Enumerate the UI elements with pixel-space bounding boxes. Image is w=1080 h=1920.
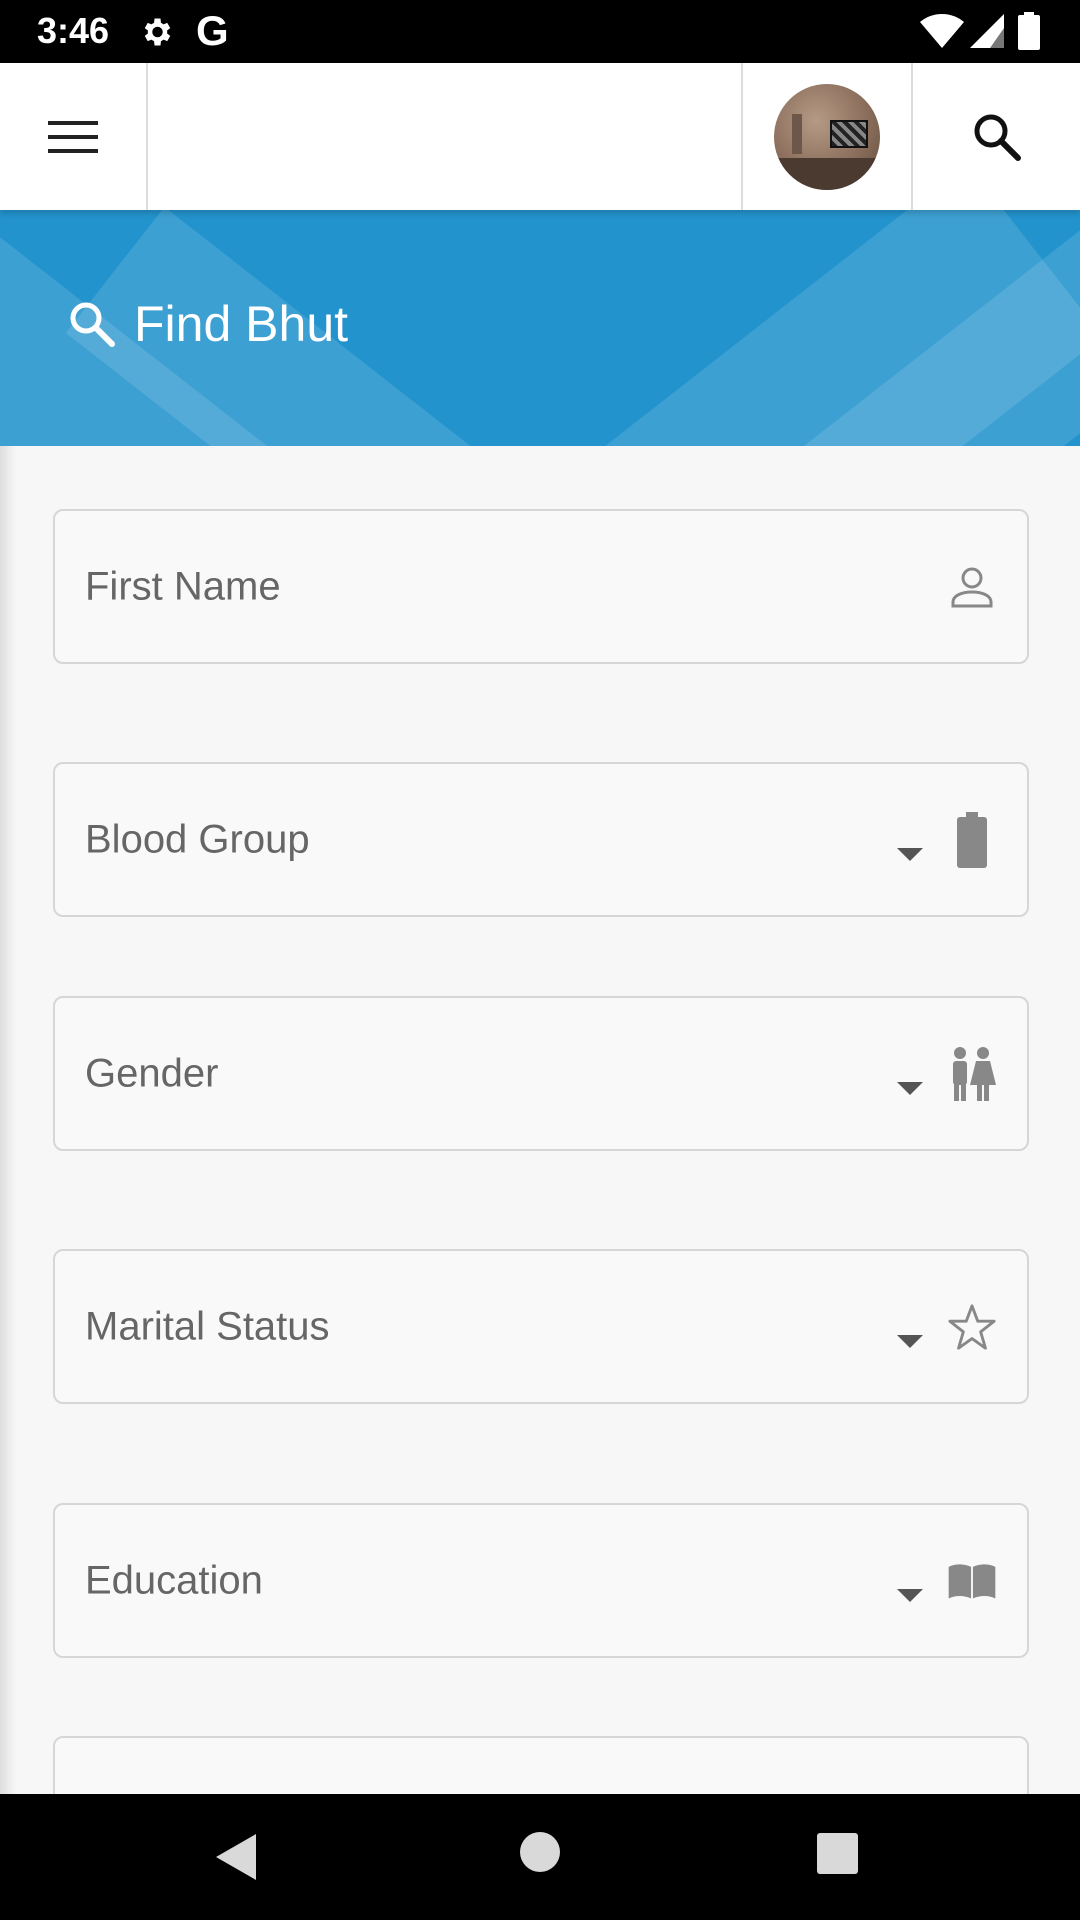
blood-group-label: Blood Group bbox=[85, 817, 310, 861]
wifi-icon bbox=[920, 14, 964, 48]
page-title-text: Find Bhut bbox=[134, 296, 349, 352]
education-label: Education bbox=[85, 1558, 263, 1602]
first-name-label: First Name bbox=[85, 564, 281, 608]
chevron-down-icon bbox=[897, 848, 923, 861]
app-bar bbox=[0, 63, 1080, 210]
gender-label: Gender bbox=[85, 1051, 219, 1095]
battery-icon bbox=[947, 811, 997, 868]
search-button[interactable] bbox=[913, 63, 1080, 210]
avatar bbox=[774, 83, 880, 190]
home-icon[interactable] bbox=[520, 1832, 560, 1872]
google-g-icon: G bbox=[196, 7, 229, 54]
menu-button[interactable] bbox=[0, 63, 148, 210]
status-time: 3:46 bbox=[37, 10, 110, 51]
chevron-down-icon bbox=[897, 1589, 923, 1602]
search-form: First Name Blood Group Gender Marital St… bbox=[0, 446, 1080, 1794]
status-bar: 3:46 G bbox=[0, 0, 1080, 63]
book-icon bbox=[947, 1553, 997, 1609]
person-icon bbox=[947, 559, 997, 615]
hamburger-menu-icon bbox=[48, 120, 98, 153]
signal-icon bbox=[970, 14, 1004, 48]
page-title: Find Bhut bbox=[68, 294, 348, 354]
marital-status-label: Marital Status bbox=[85, 1304, 330, 1348]
system-nav-bar bbox=[0, 1794, 1080, 1920]
settings-gear-icon bbox=[144, 18, 171, 46]
marital-status-select[interactable]: Marital Status bbox=[53, 1249, 1029, 1404]
people-icon bbox=[947, 1046, 997, 1102]
chevron-down-icon bbox=[897, 1335, 923, 1348]
star-icon bbox=[947, 1299, 997, 1355]
search-icon bbox=[974, 114, 1021, 161]
recent-apps-icon[interactable] bbox=[817, 1833, 858, 1874]
next-field[interactable] bbox=[53, 1736, 1029, 1794]
back-icon[interactable] bbox=[212, 1832, 260, 1882]
chevron-down-icon bbox=[897, 1082, 923, 1095]
battery-status-icon bbox=[1018, 12, 1040, 50]
page-banner: Find Bhut bbox=[0, 210, 1080, 446]
education-select[interactable]: Education bbox=[53, 1503, 1029, 1658]
profile-button[interactable] bbox=[741, 63, 913, 210]
gender-select[interactable]: Gender bbox=[53, 996, 1029, 1151]
first-name-field[interactable]: First Name bbox=[53, 509, 1029, 664]
blood-group-select[interactable]: Blood Group bbox=[53, 762, 1029, 917]
search-icon bbox=[70, 302, 115, 347]
